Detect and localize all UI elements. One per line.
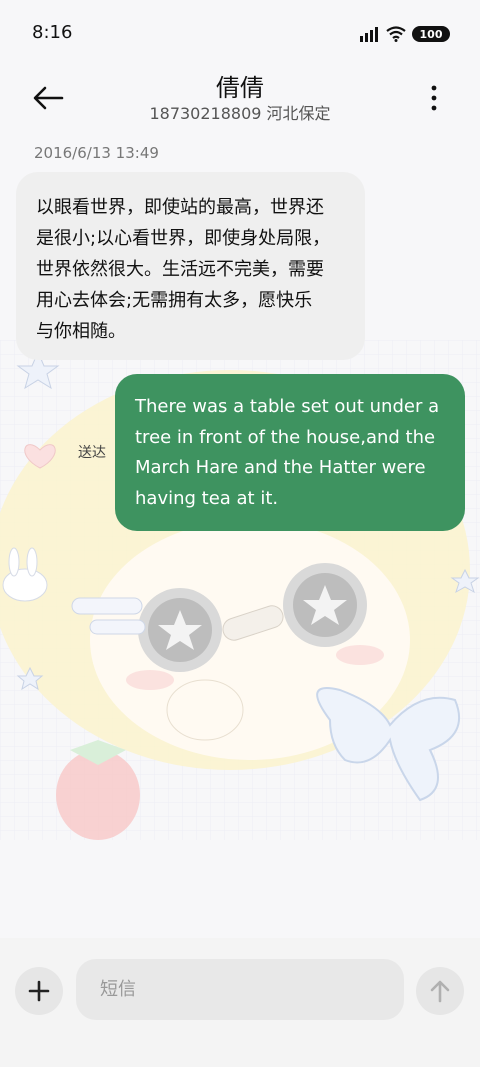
contact-number-location: 18730218809 河北保定 <box>149 104 331 123</box>
outgoing-message-bubble[interactable]: There was a table set out under a tree i… <box>115 374 465 531</box>
status-time: 8:16 <box>32 22 73 43</box>
plus-icon <box>28 980 50 1002</box>
message-line: 与你相随。 <box>36 321 126 342</box>
message-line: There was a table set out under a <box>135 396 440 417</box>
message-line: 以眼看世界，即使站的最高，世界还 <box>36 197 324 218</box>
message-line: March Hare and the Hatter were <box>135 457 426 478</box>
message-line: 用心去体会;无需拥有太多，愿快乐 <box>36 290 313 311</box>
battery-level: 100 <box>419 27 443 41</box>
signal-icon <box>360 27 378 42</box>
more-options-button[interactable] <box>420 78 448 118</box>
sms-input[interactable] <box>76 959 404 1020</box>
battery-icon: 100 <box>412 26 450 42</box>
delivery-status: 送达 <box>78 445 106 461</box>
message-timestamp: 2016/6/13 13:49 <box>34 144 159 162</box>
message-composer <box>0 938 480 1067</box>
status-bar: 8:16 100 <box>0 0 480 64</box>
send-arrow-icon <box>430 980 450 1003</box>
add-attachment-button[interactable] <box>15 967 63 1015</box>
message-line: having tea at it. <box>135 487 279 509</box>
message-line: 是很小;以心看世界，即使身处局限， <box>36 228 331 249</box>
conversation-header: 倩倩 18730218809 河北保定 <box>0 64 480 130</box>
contact-name: 倩倩 <box>216 74 264 102</box>
send-button[interactable] <box>416 967 464 1015</box>
more-vertical-icon <box>431 85 437 111</box>
wifi-icon <box>386 26 406 42</box>
message-line: 世界依然很大。生活远不完美，需要 <box>36 259 324 280</box>
incoming-message-bubble[interactable]: 以眼看世界，即使站的最高，世界还 是很小;以心看世界，即使身处局限， 世界依然很… <box>16 172 365 360</box>
message-line: tree in front of the house,and the <box>135 426 436 448</box>
status-icons: 100 <box>360 22 450 46</box>
